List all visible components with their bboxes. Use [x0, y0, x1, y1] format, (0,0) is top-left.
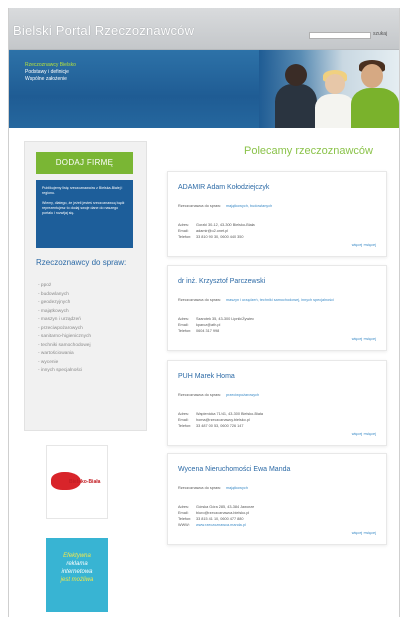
listing-name[interactable]: ADAMIR Adam Kołodziejczyk — [178, 184, 269, 191]
listing-card: dr inż. Krzysztof Parczewski Rzeczoznawc… — [167, 265, 387, 351]
listing-details: Adres: Szarotek 35, 43-300 Lipnik/Żywiec … — [178, 316, 254, 334]
category-link[interactable]: - budowlanych — [38, 291, 91, 300]
category-link[interactable]: - ppoż — [38, 282, 91, 291]
spec-value[interactable]: majątkowych, budowlanych — [226, 204, 386, 209]
category-link[interactable]: - majątkowych — [38, 308, 91, 317]
spec-label: Rzeczoznawca do spraw: — [178, 393, 222, 397]
category-link[interactable]: - geodezyjnych — [38, 299, 91, 308]
spec-value[interactable]: majątkowych — [226, 486, 386, 491]
listing-card: Wycena Nieruchomości Ewa Manda Rzeczozna… — [167, 453, 387, 545]
spec-label: Rzeczoznawca do spraw: — [178, 204, 222, 208]
promo-ad-line: internetowa — [61, 569, 93, 575]
site-header: Bielski Portal Rzeczoznawców szukaj — [9, 8, 399, 50]
left-sidebar: DODAJ FIRMĘ Publikujemy listę rzeczoznaw… — [24, 141, 147, 431]
category-link[interactable]: - maszyn i urządzeń — [38, 316, 91, 325]
listing-name[interactable]: PUH Marek Homa — [178, 373, 235, 380]
banner-menu-item[interactable]: Wspólne założenie — [25, 76, 76, 83]
hero-banner: Rzeczoznawcy Bielsko Podstawy i definicj… — [9, 50, 399, 128]
add-firm-button[interactable]: DODAJ FIRMĘ — [36, 152, 133, 174]
categories-list: - ppoż - budowlanych - geodezyjnych - ma… — [38, 282, 91, 376]
promo-ad-line: jest możliwa — [60, 577, 94, 583]
banner-menu: Rzeczoznawcy Bielsko Podstawy i definicj… — [25, 62, 76, 83]
www-label: WWW: — [178, 523, 190, 527]
spec-value[interactable]: maszyn i urządzeń, techniki samochodowej… — [226, 298, 386, 303]
listing-card: PUH Marek Homa Rzeczoznawca do spraw: pr… — [167, 360, 387, 446]
more-link[interactable]: więcej »więcej — [352, 243, 376, 247]
search-button[interactable]: szukaj — [373, 31, 387, 37]
phone-value: 33 810 90 30, 0600 440 350 — [196, 235, 244, 239]
category-link[interactable]: - innych specjalności — [38, 367, 91, 376]
phone-value: 33 487 00 53, 0600 726 147 — [196, 424, 244, 428]
more-link[interactable]: więcej »więcej — [352, 337, 376, 341]
more-link[interactable]: więcej »więcej — [352, 531, 376, 535]
spec-value[interactable]: przeciwpożarowych — [226, 393, 386, 398]
section-title: Polecamy rzeczoznawców — [244, 145, 373, 157]
listing-details: Adres: Górska Góra 285, 43-384 Jaworze Em… — [178, 504, 254, 528]
person-figure — [361, 64, 383, 88]
category-link[interactable]: - techniki samochodowej — [38, 342, 91, 351]
listing-details: Adres: Wapienicka 71/41, 43-300 Bielsko-B… — [178, 411, 263, 429]
info-text: Wiemy, dlatego, że jeżeli jesteś rzeczoz… — [42, 201, 125, 215]
listing-name[interactable]: Wycena Nieruchomości Ewa Manda — [178, 466, 290, 473]
spec-label: Rzeczoznawca do spraw: — [178, 486, 222, 490]
banner-menu-item[interactable]: Podstawy i definicje — [25, 69, 76, 76]
person-figure — [285, 64, 307, 86]
phone-label: Telefon: — [178, 329, 192, 333]
phone-label: Telefon: — [178, 235, 192, 239]
bielsko-ad-banner[interactable]: Bielsko-Biała — [46, 445, 108, 519]
category-link[interactable]: - przeciwpożarowych — [38, 325, 91, 334]
promo-ad-line: Efektywna — [63, 553, 91, 559]
person-figure — [275, 84, 317, 128]
more-link[interactable]: więcej »więcej — [352, 432, 376, 436]
info-box: Publikujemy listę rzeczoznawców z Bielsk… — [36, 180, 133, 248]
search-input[interactable] — [309, 32, 371, 39]
listing-name[interactable]: dr inż. Krzysztof Parczewski — [178, 278, 265, 285]
info-text: Publikujemy listę rzeczoznawców z Bielsk… — [42, 186, 123, 195]
phone-value: 0604 317 998 — [196, 329, 220, 333]
listing-details: Adres: Gorzki 30-12, 43-300 Bielsko-Biała… — [178, 222, 255, 240]
page-frame: Bielski Portal Rzeczoznawców szukaj Rzec… — [8, 8, 400, 617]
listing-card: ADAMIR Adam Kołodziejczyk Rzeczoznawca d… — [167, 171, 387, 257]
categories-heading: Rzeczoznawcy do spraw: — [36, 258, 127, 267]
category-link[interactable]: - sanitarno-higienicznych — [38, 333, 91, 342]
category-link[interactable]: - wartościowania — [38, 350, 91, 359]
banner-menu-item[interactable]: Rzeczoznawcy Bielsko — [25, 62, 76, 69]
person-figure — [351, 88, 399, 128]
spec-label: Rzeczoznawca do spraw: — [178, 298, 222, 302]
site-title[interactable]: Bielski Portal Rzeczoznawców — [13, 23, 194, 38]
person-figure — [315, 94, 355, 128]
bielsko-ad-text: Bielsko-Biała — [69, 479, 101, 485]
category-link[interactable]: - wycenie — [38, 359, 91, 368]
promo-ad-banner[interactable]: Efektywna reklama internetowa jest możli… — [46, 538, 108, 612]
www-value[interactable]: www.rzeczoznawca.manda.pl — [196, 522, 246, 528]
promo-ad-line: reklama — [66, 561, 88, 567]
person-figure — [325, 74, 345, 94]
phone-label: Telefon: — [178, 424, 192, 428]
